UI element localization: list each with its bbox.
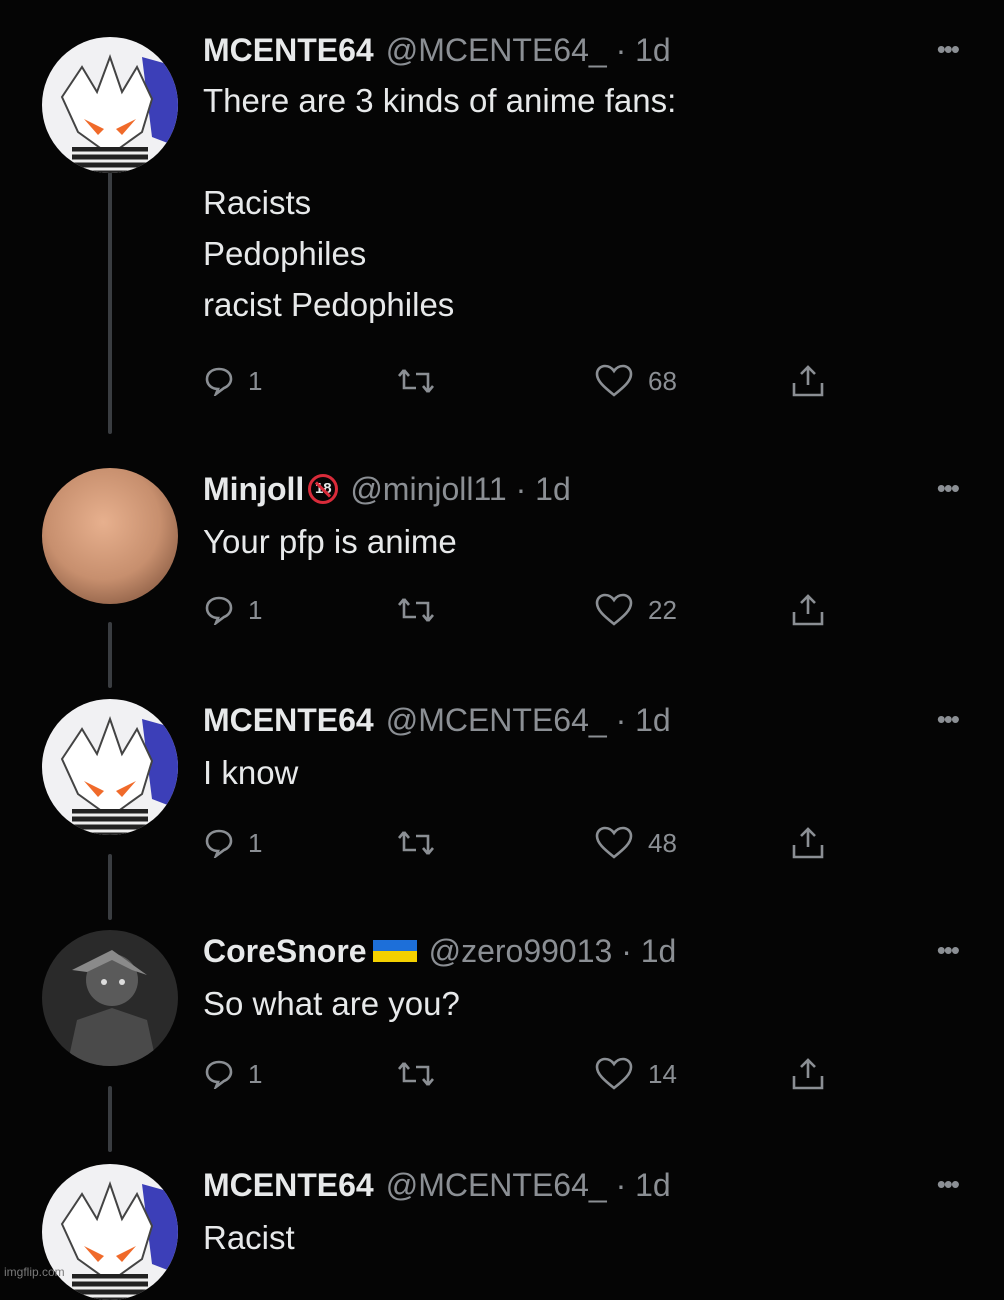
more-options-icon[interactable]: ••• — [937, 706, 960, 732]
tweet-header: MCENTE64 @MCENTE64_ · 1d — [203, 25, 671, 75]
share-button[interactable] — [790, 588, 826, 632]
heart-icon — [595, 364, 633, 397]
heart-icon — [595, 826, 633, 859]
retweet-icon — [398, 831, 434, 855]
reply-icon — [205, 596, 233, 625]
tweet[interactable]: MCENTE64 @MCENTE64_ · 1d ••• I know 1 48 — [0, 695, 1004, 895]
more-options-icon[interactable]: ••• — [937, 36, 960, 62]
avatar[interactable] — [42, 468, 178, 604]
display-name[interactable]: Minjoll — [203, 464, 304, 514]
avatar[interactable] — [42, 1164, 178, 1300]
reply-button[interactable]: 1 — [204, 821, 262, 865]
handle-and-time[interactable]: @minjoll11 · 1d — [350, 464, 570, 514]
share-button[interactable] — [790, 359, 826, 403]
tweet[interactable]: MCENTE64 @MCENTE64_ · 1d ••• There are 3… — [0, 25, 1004, 425]
reply-count: 1 — [248, 365, 263, 396]
retweet-icon — [398, 1062, 434, 1086]
avatar[interactable] — [42, 930, 178, 1066]
retweet-icon — [398, 369, 434, 393]
share-button[interactable] — [790, 1052, 826, 1096]
more-options-icon[interactable]: ••• — [937, 1171, 960, 1197]
retweet-button[interactable] — [396, 588, 436, 632]
share-icon — [792, 594, 824, 626]
like-count: 14 — [648, 1058, 677, 1089]
handle-and-time[interactable]: @zero99013 · 1d — [429, 926, 677, 976]
tweet[interactable]: Minjoll 18 @minjoll11 · 1d ••• Your pfp … — [0, 464, 1004, 664]
reply-count: 1 — [248, 827, 263, 858]
handle-and-time[interactable]: @MCENTE64_ · 1d — [386, 25, 671, 75]
retweet-button[interactable] — [396, 821, 436, 865]
reply-icon — [205, 367, 233, 396]
reply-count: 1 — [248, 594, 263, 625]
action-bar: 1 22 — [200, 588, 840, 632]
age-18-badge-icon: 18 — [308, 474, 339, 504]
anime-avatar-icon — [42, 1164, 178, 1300]
peach-circle-avatar-icon — [42, 468, 178, 604]
grayscale-character-avatar-icon — [42, 930, 178, 1066]
handle-and-time[interactable]: @MCENTE64_ · 1d — [386, 1160, 671, 1210]
reply-icon — [205, 829, 233, 858]
more-options-icon[interactable]: ••• — [937, 937, 960, 963]
like-button[interactable]: 14 — [594, 1052, 677, 1096]
tweet-header: Minjoll 18 @minjoll11 · 1d — [203, 464, 571, 514]
share-icon — [792, 1058, 824, 1090]
retweet-button[interactable] — [396, 359, 436, 403]
like-count: 22 — [648, 594, 677, 625]
tweet[interactable]: MCENTE64 @MCENTE64_ · 1d ••• Racist — [0, 1160, 1004, 1300]
more-options-icon[interactable]: ••• — [937, 475, 960, 501]
anime-avatar-icon — [42, 37, 178, 173]
display-name[interactable]: CoreSnore — [203, 926, 367, 976]
avatar[interactable] — [42, 699, 178, 835]
ukraine-flag-icon — [372, 940, 417, 962]
avatar[interactable] — [42, 37, 178, 173]
retweet-button[interactable] — [396, 1052, 436, 1096]
reply-button[interactable]: 1 — [204, 1052, 262, 1096]
retweet-icon — [398, 598, 434, 622]
like-button[interactable]: 48 — [594, 821, 677, 865]
like-count: 48 — [648, 827, 677, 858]
watermark: imgflip.com — [4, 1265, 65, 1279]
tweet-header: MCENTE64 @MCENTE64_ · 1d — [203, 1160, 671, 1210]
share-icon — [792, 827, 824, 859]
like-count: 68 — [648, 365, 677, 396]
action-bar: 1 14 — [200, 1052, 840, 1096]
reply-button[interactable]: 1 — [204, 588, 262, 632]
tweet-header: MCENTE64 @MCENTE64_ · 1d — [203, 695, 671, 745]
action-bar: 1 48 — [200, 821, 840, 865]
anime-avatar-icon — [42, 699, 178, 835]
share-icon — [792, 365, 824, 397]
tweet-header: CoreSnore @zero99013 · 1d — [203, 926, 676, 976]
tweet-text: Racist — [203, 1219, 295, 1256]
heart-icon — [595, 1057, 633, 1090]
tweet-text: I know — [203, 754, 299, 791]
reply-count: 1 — [248, 1058, 263, 1089]
handle-and-time[interactable]: @MCENTE64_ · 1d — [386, 695, 671, 745]
action-bar: 1 68 — [200, 359, 840, 403]
reply-button[interactable]: 1 — [204, 359, 262, 403]
share-button[interactable] — [790, 821, 826, 865]
tweet-text: So what are you? — [203, 985, 460, 1022]
display-name[interactable]: MCENTE64 — [203, 695, 374, 745]
display-name[interactable]: MCENTE64 — [203, 25, 374, 75]
tweet[interactable]: CoreSnore @zero99013 · 1d ••• So what ar… — [0, 926, 1004, 1126]
like-button[interactable]: 68 — [594, 359, 677, 403]
display-name[interactable]: MCENTE64 — [203, 1160, 374, 1210]
heart-icon — [595, 593, 633, 626]
like-button[interactable]: 22 — [594, 588, 677, 632]
tweet-text: There are 3 kinds of anime fans: Racists… — [203, 82, 677, 323]
tweet-text: Your pfp is anime — [203, 523, 457, 560]
reply-icon — [205, 1060, 233, 1089]
